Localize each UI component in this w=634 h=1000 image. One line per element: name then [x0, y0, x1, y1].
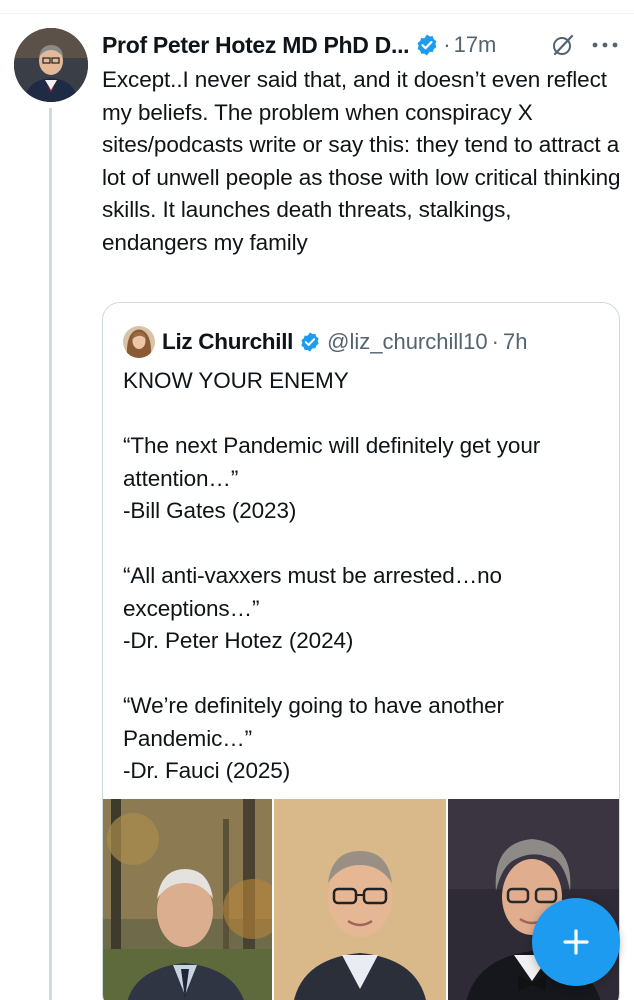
quoted-author-avatar[interactable] — [123, 326, 155, 358]
photo-man-suit-outdoors — [103, 799, 273, 1000]
quoted-tweet-header: Liz Churchill @liz_churchill10 · 7h — [123, 325, 527, 359]
compose-button[interactable] — [532, 898, 620, 986]
quoted-timestamp[interactable]: 7h — [503, 329, 527, 355]
quoted-verified-badge-icon — [301, 332, 319, 352]
quoted-tweet[interactable]: Liz Churchill @liz_churchill10 · 7h KNOW… — [102, 302, 620, 1000]
tweet-timestamp[interactable]: 17m — [454, 32, 497, 58]
grok-icon[interactable] — [550, 32, 576, 58]
quoted-header-separator: · — [491, 329, 499, 354]
more-options-icon[interactable] — [592, 42, 618, 48]
author-avatar[interactable] — [14, 28, 88, 102]
plus-icon — [563, 929, 589, 955]
thread-line — [49, 108, 52, 1000]
photo-man-glasses-sweater — [274, 799, 446, 1000]
author-avatar-image — [14, 28, 88, 102]
media-photo-1[interactable] — [103, 799, 273, 1000]
author-name[interactable]: Prof Peter Hotez MD PhD D... — [102, 32, 410, 59]
tweet-text: Except..I never said that, and it doesn’… — [102, 67, 621, 255]
quoted-tweet-text: KNOW YOUR ENEMY “The next Pandemic will … — [123, 368, 541, 783]
verified-badge-icon — [417, 34, 437, 56]
quoted-author-name[interactable]: Liz Churchill — [162, 329, 293, 355]
header-separator: · — [443, 32, 451, 57]
quoted-author-handle[interactable]: @liz_churchill10 — [327, 329, 488, 355]
top-divider — [0, 0, 634, 14]
tweet-header: Prof Peter Hotez MD PhD D... · 17m — [102, 28, 622, 62]
media-photo-2[interactable] — [274, 799, 446, 1000]
quoted-author-avatar-image — [123, 326, 155, 358]
